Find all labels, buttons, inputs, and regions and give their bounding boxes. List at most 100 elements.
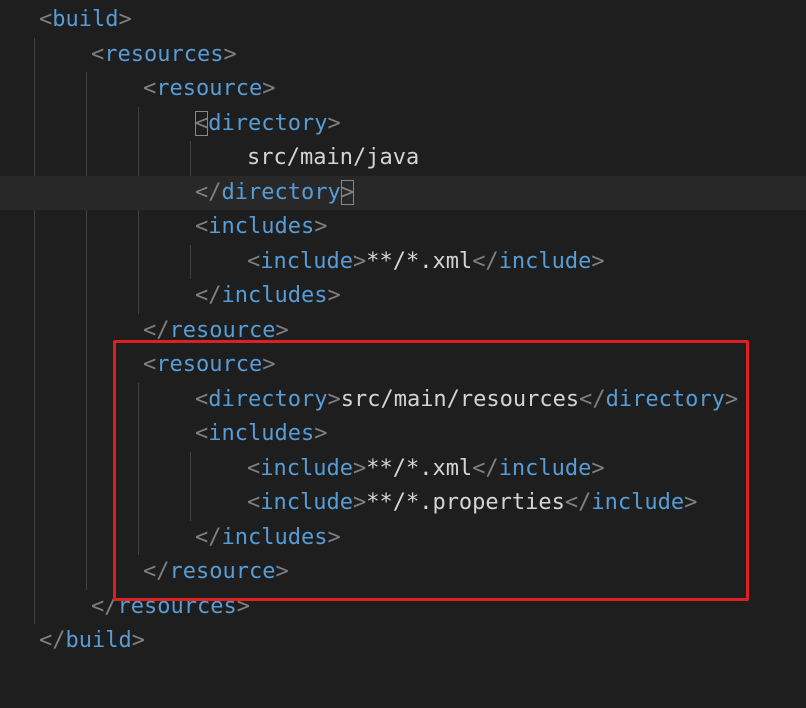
xml-bracket: </ (472, 455, 499, 481)
xml-tag-name: directory (221, 179, 341, 205)
code-line[interactable]: <directory>src/main/resources</directory… (0, 383, 806, 417)
code-line-content: </build> (39, 624, 145, 658)
xml-bracket: </ (472, 248, 499, 274)
xml-tag-name: include (260, 490, 353, 515)
xml-bracket: < (143, 352, 157, 377)
code-line[interactable]: <directory> (0, 107, 806, 141)
xml-bracket: > (352, 490, 367, 515)
xml-tag-name: resource (169, 559, 276, 584)
xml-bracket: > (591, 248, 605, 274)
xml-bracket: </ (195, 524, 222, 550)
xml-tag-name: resource (156, 76, 263, 101)
code-line[interactable]: </directory> (0, 175, 806, 210)
xml-tag-name: includes (208, 214, 315, 239)
xml-bracket: > (131, 628, 145, 653)
code-line-content: </resource> (143, 314, 289, 348)
code-line-content: <resource> (143, 72, 275, 106)
xml-bracket: < (195, 421, 209, 446)
xml-bracket: > (262, 352, 276, 377)
xml-bracket: </ (39, 628, 66, 653)
xml-tag-name: include (498, 455, 592, 481)
xml-bracket: > (684, 490, 698, 515)
xml-tag-name: build (65, 628, 132, 653)
code-line-content: </resources> (91, 590, 250, 624)
code-line-content: <include>**/*.xml</include> (247, 452, 605, 486)
xml-bracket: < (247, 490, 261, 515)
xml-bracket: < (195, 110, 209, 136)
xml-bracket: > (340, 179, 354, 205)
code-line-content: <include>**/*.xml</include> (247, 245, 605, 279)
xml-bracket: </ (195, 179, 222, 205)
xml-bracket: </ (579, 386, 606, 412)
xml-bracket: < (247, 248, 261, 274)
xml-tag-name: directory (208, 110, 328, 136)
xml-bracket: < (195, 214, 209, 239)
code-line-content: <directory>src/main/resources</directory… (195, 383, 738, 417)
xml-text: src/main/java (247, 145, 420, 170)
xml-bracket: > (724, 386, 739, 412)
xml-bracket: </ (564, 490, 592, 515)
xml-bracket: > (352, 455, 367, 481)
xml-bracket: > (352, 248, 367, 274)
xml-bracket: > (314, 214, 328, 239)
xml-bracket: > (327, 283, 341, 308)
xml-bracket: < (143, 76, 157, 101)
xml-text: **/*.properties (366, 490, 565, 515)
xml-text: src/main/resources (340, 386, 580, 412)
code-line[interactable]: <include>**/*.properties</include> (0, 486, 806, 520)
xml-tag-name: include (260, 455, 353, 481)
xml-bracket: </ (195, 283, 222, 308)
xml-bracket: > (327, 110, 341, 136)
code-line-content: </directory> (195, 176, 354, 210)
xml-bracket: < (39, 7, 53, 32)
xml-tag-name: build (52, 7, 119, 32)
code-line[interactable]: <build> (0, 3, 806, 37)
code-line-content: </includes> (195, 279, 341, 313)
code-line[interactable]: <includes> (0, 210, 806, 244)
code-line-content: <build> (39, 3, 132, 37)
xml-bracket: > (275, 559, 289, 584)
xml-bracket: > (314, 421, 328, 446)
xml-bracket: < (247, 455, 261, 481)
code-line[interactable]: </includes> (0, 521, 806, 555)
code-line[interactable]: <include>**/*.xml</include> (0, 452, 806, 486)
xml-tag-name: include (591, 490, 685, 515)
code-line[interactable]: <resource> (0, 72, 806, 106)
code-line[interactable]: <includes> (0, 417, 806, 451)
xml-tag-name: resources (104, 41, 224, 67)
code-line-content: <include>**/*.properties</include> (247, 486, 697, 520)
code-line[interactable]: </includes> (0, 279, 806, 313)
xml-bracket: > (327, 386, 341, 412)
code-line[interactable]: </build> (0, 624, 806, 658)
xml-bracket: < (195, 386, 209, 412)
code-line[interactable]: </resources> (0, 590, 806, 624)
code-line-content: <includes> (195, 417, 327, 451)
code-line[interactable]: <include>**/*.xml</include> (0, 245, 806, 279)
xml-tag-name: resource (169, 317, 276, 343)
xml-bracket: </ (143, 559, 170, 584)
xml-bracket: </ (91, 593, 118, 619)
code-line-content: </resource> (143, 555, 289, 589)
xml-tag-name: includes (208, 421, 315, 446)
code-line-content: <resources> (91, 38, 237, 72)
xml-tag-name: directory (605, 386, 725, 412)
code-editor[interactable]: <build> <resources> <resource> <directory> s… (0, 0, 806, 708)
code-line-content: <directory> (195, 107, 341, 141)
code-line-content: src/main/java (247, 141, 419, 175)
code-line[interactable]: </resource> (0, 555, 806, 589)
xml-tag-name: include (260, 248, 353, 274)
xml-bracket: > (591, 455, 605, 481)
xml-tag-name: includes (221, 283, 328, 308)
xml-bracket: > (118, 7, 132, 32)
xml-tag-name: includes (221, 524, 328, 550)
xml-bracket: > (262, 76, 276, 101)
code-line-content: </includes> (195, 521, 341, 555)
code-line[interactable]: <resources> (0, 38, 806, 72)
xml-tag-name: directory (208, 386, 328, 412)
xml-bracket: </ (143, 317, 170, 343)
code-line[interactable]: <resource> (0, 348, 806, 382)
code-line[interactable]: src/main/java (0, 141, 806, 175)
code-line-content: <includes> (195, 210, 327, 244)
code-line-content: <resource> (143, 348, 275, 382)
code-line[interactable]: </resource> (0, 314, 806, 348)
